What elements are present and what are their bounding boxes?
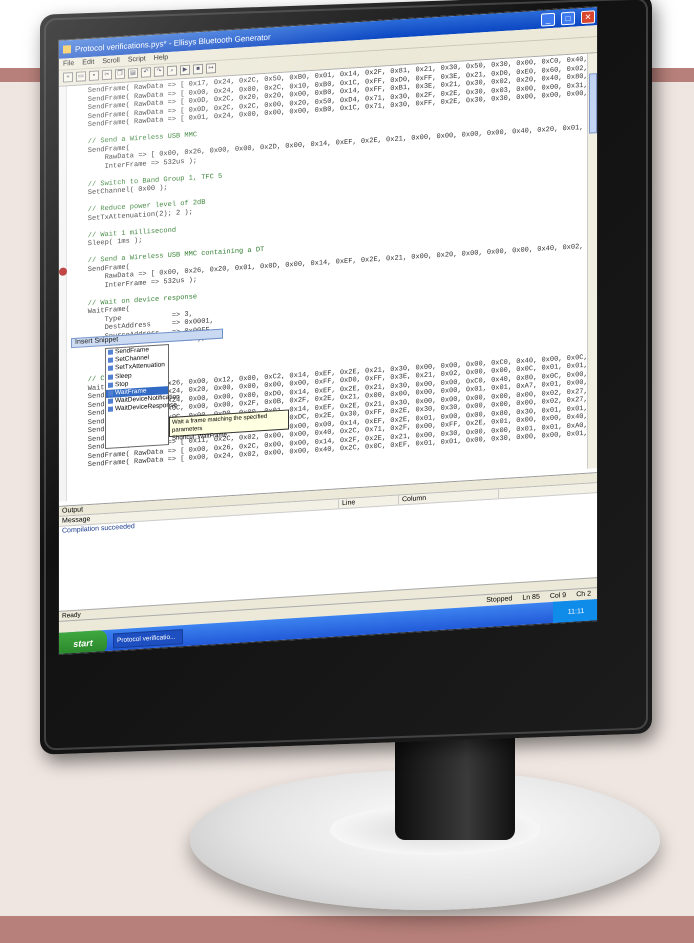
copy-icon[interactable]: ❐ bbox=[115, 68, 125, 80]
step-icon[interactable]: ↦ bbox=[206, 63, 216, 74]
open-icon[interactable]: ▭ bbox=[76, 71, 86, 82]
start-button[interactable]: start bbox=[59, 629, 107, 656]
app-icon bbox=[63, 45, 71, 54]
menu-help[interactable]: Help bbox=[154, 54, 168, 62]
maximize-button[interactable]: □ bbox=[561, 10, 575, 25]
snippet-list: SendFrame SetChannel SetTxAttenuation Sl… bbox=[105, 344, 180, 450]
minimize-button[interactable]: _ bbox=[541, 12, 555, 27]
editor-gutter[interactable] bbox=[59, 86, 67, 502]
menu-script[interactable]: Script bbox=[128, 55, 146, 63]
scrollbar-thumb[interactable] bbox=[589, 73, 597, 134]
find-icon[interactable]: ⌕ bbox=[167, 65, 177, 77]
undo-icon[interactable]: ↶ bbox=[141, 67, 151, 78]
paste-icon[interactable]: ▤ bbox=[128, 67, 138, 79]
wall-band-bottom bbox=[0, 916, 694, 943]
taskbar-item[interactable]: Protocol verificatio... bbox=[113, 629, 183, 649]
redo-icon[interactable]: ↷ bbox=[154, 66, 164, 77]
menu-edit[interactable]: Edit bbox=[82, 59, 94, 67]
menu-scroll[interactable]: Scroll bbox=[102, 57, 120, 65]
run-icon[interactable]: ▶ bbox=[180, 64, 190, 76]
system-tray-clock: 11:11 bbox=[553, 598, 598, 625]
stop-icon[interactable]: ■ bbox=[193, 63, 203, 75]
menu-file[interactable]: File bbox=[63, 60, 74, 68]
new-icon[interactable]: + bbox=[63, 72, 73, 83]
monitor-screen: Protocol verifications.pys* - Ellisys Bl… bbox=[58, 6, 598, 656]
save-icon[interactable]: ▪ bbox=[89, 70, 99, 82]
close-button[interactable]: ✕ bbox=[581, 9, 595, 24]
cut-icon[interactable]: ✂ bbox=[102, 69, 112, 81]
editor-vertical-scrollbar[interactable] bbox=[587, 53, 597, 469]
